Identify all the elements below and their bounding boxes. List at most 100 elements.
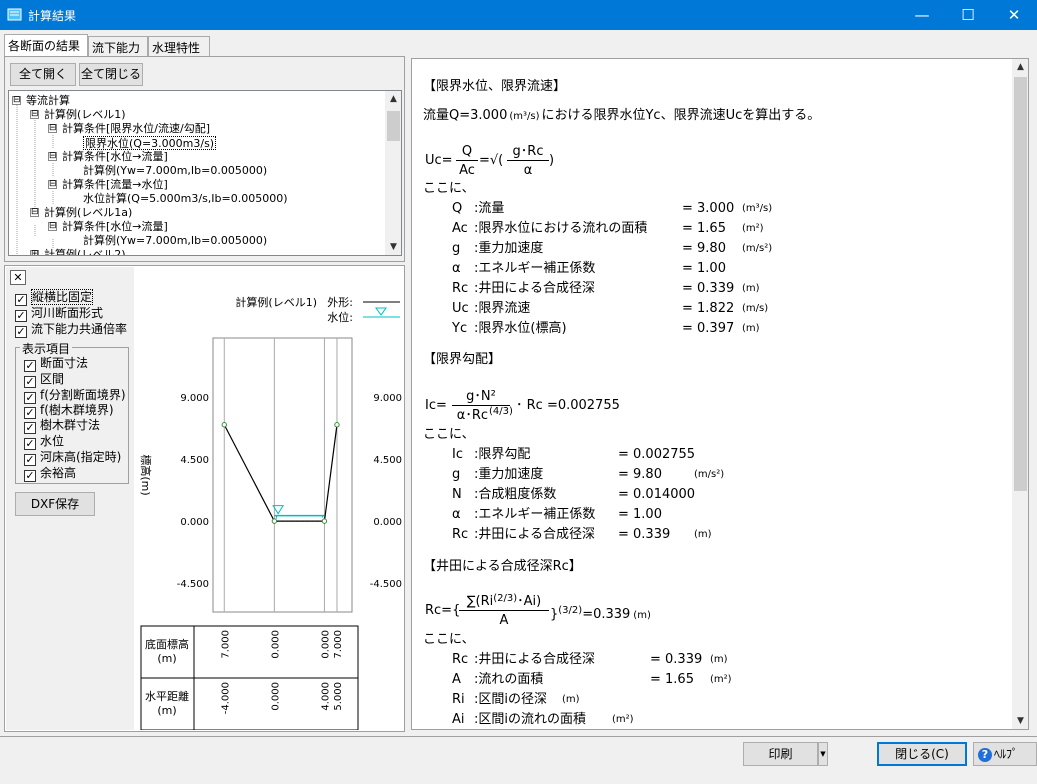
scroll-thumb[interactable] bbox=[1014, 77, 1027, 491]
close-button[interactable]: 閉じる(C) bbox=[877, 742, 967, 766]
table-row-label: (m) bbox=[157, 652, 176, 665]
variable-description: :井田による合成径深 bbox=[474, 527, 595, 542]
collapse-toggle-icon[interactable]: ⊟ bbox=[48, 152, 57, 161]
uc-numerator: Q bbox=[456, 144, 478, 161]
close-options-icon[interactable]: ✕ bbox=[10, 270, 26, 285]
print-dropdown-icon[interactable]: ▼ bbox=[818, 742, 828, 766]
results-tree: ⊟ 等流計算 ⊟ 計算例(レベル1) ⊟ 計算条件[限界水位/流速/勾配] 限界水位(… bbox=[8, 90, 402, 256]
variable-symbol: α bbox=[452, 507, 461, 522]
y-tick-label-right: 9.000 bbox=[373, 393, 402, 404]
checkbox-freeboard[interactable]: ✓ 余裕高 bbox=[24, 466, 77, 482]
variable-unit: (m/s²) bbox=[742, 243, 773, 254]
checkbox-tree-dims[interactable]: ✓ 樹木群寸法 bbox=[24, 418, 100, 434]
tree-node-root[interactable]: 等流計算 bbox=[26, 94, 70, 107]
minimize-icon: — bbox=[914, 6, 930, 24]
tree-node-condition[interactable]: 計算条件[水位→流量] bbox=[62, 150, 168, 163]
expand-toggle-icon[interactable]: ⊞ bbox=[30, 250, 39, 255]
report-pane: 【限界水位、限界流速】 流量Q=3.000 (m³/s) における限界水位Yc、限界… bbox=[411, 58, 1029, 730]
uc-denominator: Ac bbox=[459, 163, 475, 178]
checkbox-bed-height[interactable]: ✓ 河床高(指定時) bbox=[24, 450, 122, 466]
report-scrollbar[interactable]: ▲ ▼ bbox=[1012, 59, 1028, 729]
collapse-toggle-icon[interactable]: ⊟ bbox=[30, 208, 39, 217]
collapse-toggle-icon[interactable]: ⊟ bbox=[30, 110, 39, 119]
variable-description: :限界流速 bbox=[474, 301, 531, 316]
variable-value: = 3.000 bbox=[682, 201, 735, 216]
check-icon: ✓ bbox=[24, 453, 36, 466]
scroll-up-icon[interactable]: ▲ bbox=[385, 91, 401, 107]
tree-node-condition[interactable]: 計算条件[水位→流量] bbox=[62, 220, 168, 233]
checkbox-label: 河床高(指定時) bbox=[40, 450, 122, 464]
variable-symbol: Ri bbox=[452, 692, 465, 707]
checkbox-aspect-ratio[interactable]: ✓ 縦横比固定 bbox=[15, 289, 94, 306]
tree-node-example-level1[interactable]: 計算例(レベル1) bbox=[44, 108, 126, 121]
tree-node-example-level2[interactable]: 計算例(レベル2) bbox=[44, 248, 126, 255]
collapse-toggle-icon[interactable]: ⊟ bbox=[48, 222, 57, 231]
tab-section-results[interactable]: 各断面の結果 bbox=[4, 34, 88, 56]
checkbox-label: 余裕高 bbox=[40, 466, 77, 480]
tab-label: 各断面の結果 bbox=[8, 39, 81, 53]
variable-symbol: Ac bbox=[452, 221, 468, 236]
print-button[interactable]: 印刷 bbox=[743, 742, 818, 766]
close-window-button[interactable]: ✕ bbox=[991, 0, 1037, 30]
tab-flow-capacity[interactable]: 流下能力 bbox=[88, 36, 148, 56]
checkbox-tree-boundary[interactable]: ✓ f(樹木群境界) bbox=[24, 403, 114, 419]
checkbox-label: 水位 bbox=[40, 434, 65, 448]
variable-description: :井田による合成径深 bbox=[474, 281, 595, 296]
checkbox-interval[interactable]: ✓ 区間 bbox=[24, 372, 64, 388]
minimize-button[interactable]: — bbox=[899, 0, 945, 30]
here-label: ここに、 bbox=[423, 427, 475, 442]
tree-node-leaf[interactable]: 水位計算(Q=5.000m3/s,Ib=0.005000) bbox=[83, 192, 288, 205]
section-point bbox=[221, 422, 227, 428]
tab-hydraulic-characteristics[interactable]: 水理特性 bbox=[148, 36, 210, 56]
uc-denominator2: α bbox=[523, 163, 533, 178]
collapse-toggle-icon[interactable]: ⊟ bbox=[48, 124, 57, 133]
tree-node-condition[interactable]: 計算条件[流量→水位] bbox=[62, 178, 168, 191]
ic-result: ･ Rc =0.002755 bbox=[516, 398, 620, 413]
tree-scrollbar[interactable]: ▲ ▼ bbox=[385, 91, 401, 255]
y-tick-label-left: -4.500 bbox=[177, 579, 209, 590]
expand-all-button[interactable]: 全て開く bbox=[10, 63, 76, 86]
check-icon: ✓ bbox=[24, 421, 36, 434]
scroll-down-icon[interactable]: ▼ bbox=[1012, 713, 1028, 729]
tree-node-critical-level[interactable]: 限界水位(Q=3.000m3/s) bbox=[85, 137, 214, 150]
table-elevation-value: 0.000 bbox=[270, 630, 281, 659]
variable-symbol: g bbox=[452, 467, 461, 482]
checkbox-section-dims[interactable]: ✓ 断面寸法 bbox=[24, 356, 88, 372]
checkbox-river-section[interactable]: ✓ 河川断面形式 bbox=[15, 306, 103, 322]
table-distance-value: 5.000 bbox=[333, 682, 344, 711]
tree-node-leaf[interactable]: 計算例(Yw=7.000m,Ib=0.005000) bbox=[83, 164, 267, 177]
y-tick-label-left: 0.000 bbox=[180, 517, 209, 528]
scroll-up-icon[interactable]: ▲ bbox=[1012, 59, 1028, 75]
bottom-bar: 印刷 ▼ 閉じる(C) ?ﾍﾙﾌﾟ(H) bbox=[0, 736, 1037, 784]
check-icon: ✓ bbox=[24, 469, 36, 482]
tree-node-leaf[interactable]: 計算例(Yw=7.000m,Ib=0.005000) bbox=[83, 234, 267, 247]
scroll-down-icon[interactable]: ▼ bbox=[385, 239, 401, 255]
variable-unit: (m²) bbox=[742, 223, 764, 234]
table-elevation-value: 7.000 bbox=[333, 630, 344, 659]
checkbox-section-boundary[interactable]: ✓ f(分割断面境界) bbox=[24, 388, 126, 404]
maximize-button[interactable]: ☐ bbox=[945, 0, 991, 30]
ic-denominator: α･Rc bbox=[456, 408, 488, 423]
collapse-toggle-icon[interactable]: ⊟ bbox=[12, 96, 21, 105]
help-button[interactable]: ?ﾍﾙﾌﾟ(H) bbox=[973, 742, 1037, 766]
dxf-save-button[interactable]: DXF保存 bbox=[15, 492, 95, 516]
checkbox-water-level[interactable]: ✓ 水位 bbox=[24, 434, 65, 450]
tree-node-condition[interactable]: 計算条件[限界水位/流速/勾配] bbox=[62, 122, 210, 135]
variable-description: :限界勾配 bbox=[474, 447, 531, 462]
variable-symbol: Rc bbox=[452, 281, 469, 296]
variable-unit: (m) bbox=[742, 323, 760, 334]
collapse-toggle-icon[interactable]: ⊟ bbox=[48, 180, 57, 189]
collapse-all-button[interactable]: 全て閉じる bbox=[79, 63, 143, 86]
variable-symbol: N bbox=[452, 487, 462, 502]
variable-value: = 0.339 bbox=[682, 281, 735, 296]
tree-node-example-level1a[interactable]: 計算例(レベル1a) bbox=[44, 206, 132, 219]
maximize-icon: ☐ bbox=[961, 6, 975, 24]
scroll-thumb[interactable] bbox=[387, 111, 400, 141]
checkbox-common-scale[interactable]: ✓ 流下能力共通倍率 bbox=[15, 322, 127, 338]
variable-description: :限界水位における流れの面積 bbox=[474, 221, 648, 236]
variable-value: = 9.80 bbox=[618, 467, 662, 482]
table-distance-value: 4.000 bbox=[320, 682, 331, 711]
rc-denominator: A bbox=[499, 613, 509, 628]
calculation-results-window: 計算結果 — ☐ ✕ 各断面の結果 流下能力 水理特性 全て開く 全て閉じる ⊟… bbox=[0, 0, 1037, 784]
variable-description: :合成粗度係数 bbox=[474, 487, 557, 502]
